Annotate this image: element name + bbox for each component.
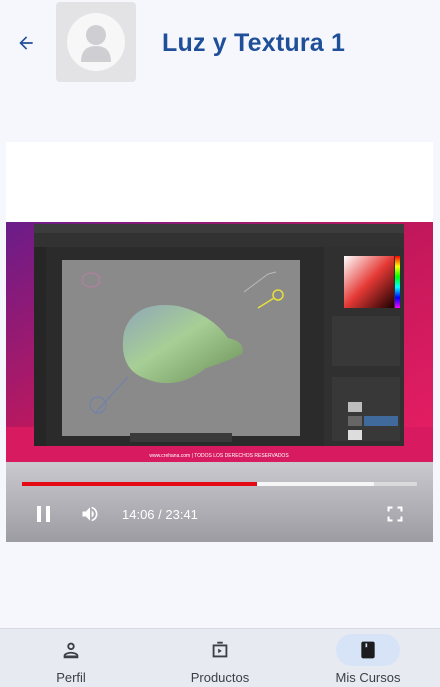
fullscreen-button[interactable] <box>382 502 408 526</box>
fullscreen-icon <box>387 506 403 522</box>
book-icon <box>361 641 375 659</box>
video-library-icon <box>212 641 228 658</box>
app-header: Luz y Textura 1 <box>0 0 440 84</box>
video-frame[interactable]: www.crehana.com | TODOS LOS DERECHOS RES… <box>6 222 433 462</box>
progress-bar[interactable] <box>22 482 417 486</box>
pause-button[interactable] <box>30 502 58 526</box>
progress-played <box>22 482 258 486</box>
nav-item-mis-cursos[interactable]: Mis Cursos <box>295 629 440 687</box>
nav-item-productos[interactable]: Productos <box>147 629 293 687</box>
volume-button[interactable] <box>76 502 104 526</box>
person-icon <box>63 642 79 659</box>
nav-icon-container-active <box>336 634 400 666</box>
nav-icon-container <box>188 634 252 666</box>
volume-icon <box>82 506 98 522</box>
person-placeholder-icon <box>67 13 125 71</box>
pause-icon <box>37 506 50 522</box>
nav-label: Perfil <box>56 670 86 685</box>
nav-label: Mis Cursos <box>335 670 401 685</box>
time-display: 14:06 / 23:41 <box>122 507 198 522</box>
nav-icon-container <box>39 634 103 666</box>
video-caption: www.crehana.com | TODOS LOS DERECHOS RES… <box>149 453 289 459</box>
page-title: Luz y Textura 1 <box>162 29 346 57</box>
nav-item-perfil[interactable]: Perfil <box>0 629 144 687</box>
back-button[interactable] <box>10 27 42 59</box>
arrow-back-icon <box>19 36 33 50</box>
video-player[interactable]: www.crehana.com | TODOS LOS DERECHOS RES… <box>6 142 433 542</box>
bottom-navigation: Perfil Productos Mis Cursos <box>0 628 440 687</box>
player-controls-bar <box>6 462 433 542</box>
nav-label: Productos <box>190 670 250 685</box>
video-thumbnail: www.crehana.com | TODOS LOS DERECHOS RES… <box>6 222 433 462</box>
avatar <box>56 2 136 82</box>
